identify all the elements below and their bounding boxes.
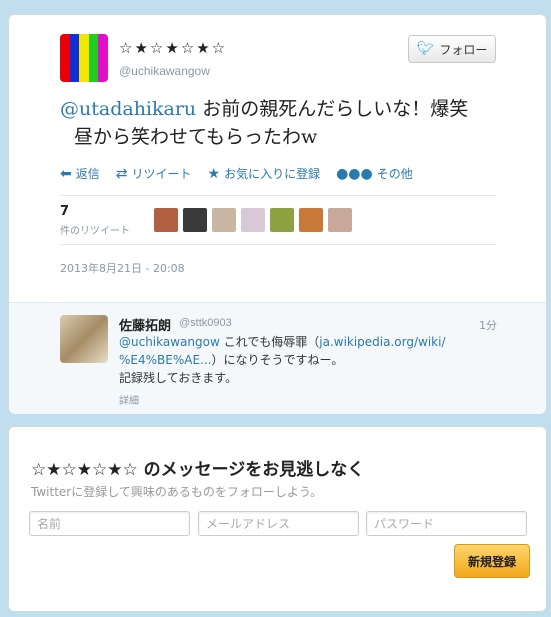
reply-author-avatar[interactable]: [60, 315, 108, 363]
avatar-stripe: [69, 34, 80, 82]
author-display-name[interactable]: ☆★☆★☆★☆: [119, 39, 227, 57]
more-action[interactable]: ●●● その他: [336, 165, 413, 182]
signup-button[interactable]: 新規登録: [454, 544, 530, 578]
reply-text-c: 記録残しておきます。: [119, 371, 238, 385]
follow-button-label: フォロー: [439, 42, 488, 57]
reply-wiki-link[interactable]: ja.wikipedia.org/wiki/: [319, 335, 445, 349]
retweeter-avatar[interactable]: [154, 208, 178, 232]
reply-wiki-link-cont[interactable]: %E4%BE%AE...: [119, 353, 211, 367]
reply-tweet: 佐藤拓朗 @sttk0903 1分 @uchikawangow これでも侮辱罪（…: [9, 302, 546, 414]
author-avatar[interactable]: [60, 34, 108, 82]
retweeter-avatar[interactable]: [328, 208, 352, 232]
retweeter-avatars: [154, 208, 357, 232]
retweet-icon: ⇄: [115, 165, 128, 182]
retweet-action[interactable]: ⇄ リツイート: [116, 165, 192, 182]
reply-detail-link[interactable]: 詳細: [119, 392, 139, 407]
tweet-mention-link[interactable]: @utadahikaru: [60, 98, 196, 120]
tweet-text-line1: お前の親死んだらしいな！爆笑: [196, 98, 469, 120]
retweeter-avatar[interactable]: [241, 208, 265, 232]
reply-arrow-icon: ⬅: [60, 165, 72, 182]
avatar-stripe: [88, 34, 99, 82]
name-field[interactable]: [29, 511, 190, 536]
twitter-bird-icon: 🐦︎: [416, 41, 435, 57]
avatar-stripe: [79, 34, 89, 82]
follow-button[interactable]: 🐦︎ フォロー: [408, 35, 496, 63]
star-icon: ★: [207, 165, 221, 182]
reply-text: @uchikawangow これでも侮辱罪（ja.wikipedia.org/w…: [119, 333, 489, 387]
retweet-label: リツイート: [131, 167, 192, 181]
tweet-text-line2: 昼から笑わせてもらったわw: [74, 126, 318, 148]
tweet-timestamp: 2013年8月21日 - 20:08: [60, 262, 185, 275]
reply-action[interactable]: ⬅ 返信: [60, 165, 100, 182]
author-screen-name[interactable]: @uchikawangow: [119, 64, 210, 78]
divider: [60, 195, 497, 196]
retweeter-avatar[interactable]: [212, 208, 236, 232]
signup-subtitle: Twitterに登録して興味のあるものをフォローしよう。: [31, 485, 323, 499]
divider: [60, 244, 497, 245]
tweet-card: ☆★☆★☆★☆ @uchikawangow 🐦︎ フォロー @utadahika…: [8, 14, 547, 414]
password-field[interactable]: [366, 511, 527, 536]
favorite-label: お気に入りに登録: [224, 167, 321, 181]
signup-title: ☆★☆★☆★☆ のメッセージをお見逃しなく: [31, 460, 365, 480]
reply-text-b: ）になりそうですねー。: [211, 353, 344, 367]
more-dots-icon: ●●●: [336, 165, 373, 182]
tweet-actions: ⬅ 返信 ⇄ リツイート ★ お気に入りに登録 ●●● その他: [60, 165, 429, 182]
retweet-count[interactable]: 7: [60, 204, 69, 219]
retweeter-avatar[interactable]: [183, 208, 207, 232]
retweeter-avatar[interactable]: [270, 208, 294, 232]
reply-author-handle[interactable]: @sttk0903: [179, 317, 232, 329]
retweeter-avatar[interactable]: [299, 208, 323, 232]
signup-card: ☆★☆★☆★☆ のメッセージをお見逃しなく Twitterに登録して興味のあるも…: [8, 426, 547, 612]
more-label: その他: [376, 167, 413, 181]
reply-mention-link[interactable]: @uchikawangow: [119, 335, 220, 349]
favorite-action[interactable]: ★ お気に入りに登録: [208, 165, 321, 182]
tweet-text: @utadahikaru お前の親死んだらしいな！爆笑 昼から笑わせてもらったわ…: [60, 95, 510, 151]
reply-text-a: これでも侮辱罪（: [219, 335, 320, 349]
avatar-stripe: [98, 34, 108, 82]
reply-time[interactable]: 1分: [479, 317, 497, 333]
email-field[interactable]: [198, 511, 359, 536]
reply-author-name[interactable]: 佐藤拓朗: [119, 315, 171, 334]
retweet-count-label: 件のリツイート: [60, 226, 130, 237]
avatar-stripe: [60, 34, 70, 82]
reply-label: 返信: [75, 167, 100, 181]
